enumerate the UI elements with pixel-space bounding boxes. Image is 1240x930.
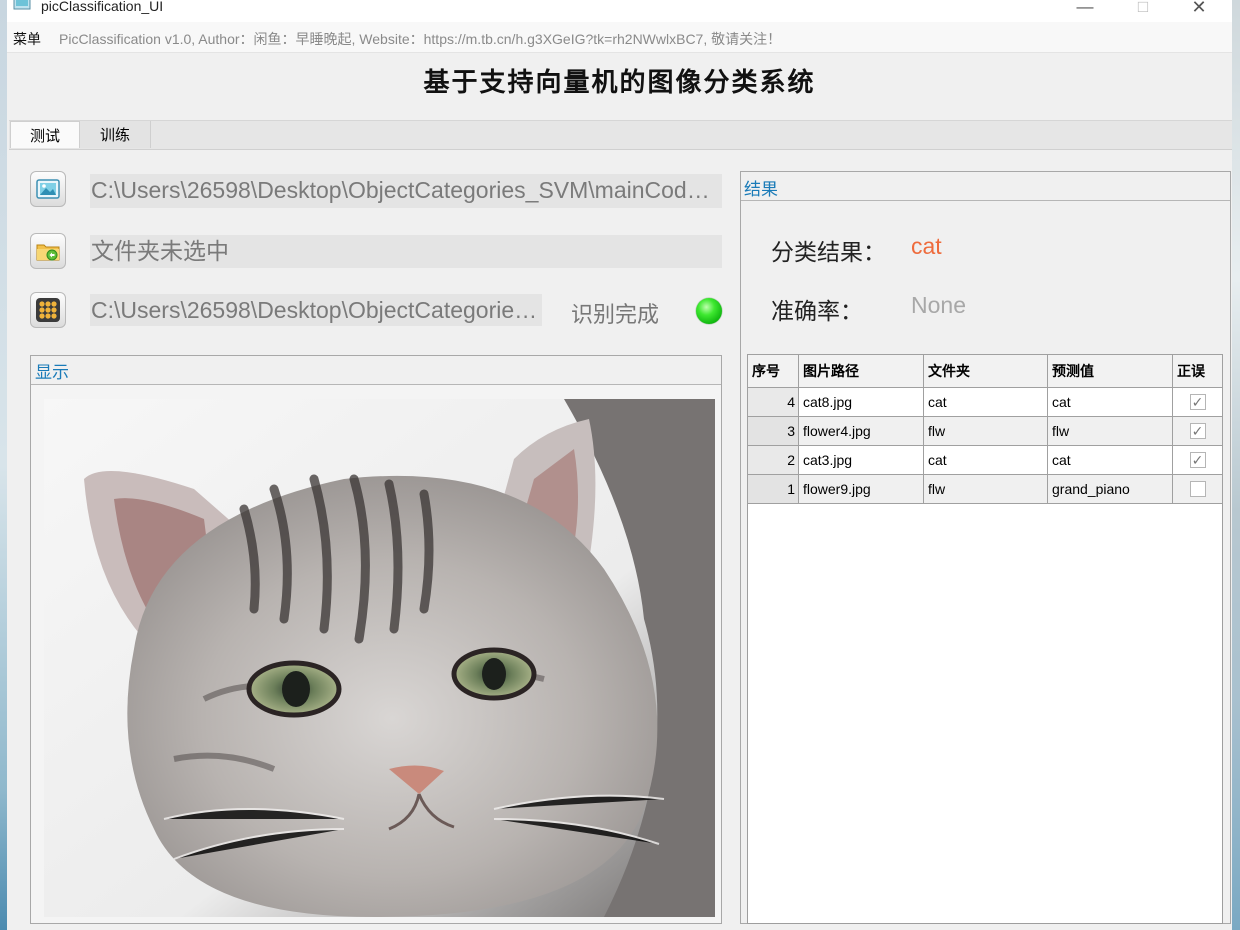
table-row[interactable]: 2 cat3.jpg cat cat ✓ (747, 445, 1223, 475)
table-row[interactable]: 3 flower4.jpg flw flw ✓ (747, 416, 1223, 446)
cell-path[interactable]: flower4.jpg (798, 416, 924, 446)
col-header-path[interactable]: 图片路径 (798, 354, 924, 388)
model-path-field[interactable]: C:\Users\26598\Desktop\ObjectCategories_… (90, 294, 542, 326)
correct-checkbox[interactable]: ✓ (1189, 452, 1206, 468)
maximize-button[interactable]: □ (1120, 0, 1166, 20)
cell-index[interactable]: 4 (747, 387, 799, 417)
cell-index[interactable]: 3 (747, 416, 799, 446)
col-header-correct[interactable]: 正误 (1172, 354, 1223, 388)
cell-correct[interactable]: ✓ (1172, 445, 1223, 475)
results-table[interactable]: 序号 图片路径 文件夹 预测值 正误 4 cat8.jpg cat cat ✓ … (747, 354, 1223, 504)
tab-train[interactable]: 训练 (80, 121, 151, 148)
cell-predicted[interactable]: cat (1047, 387, 1173, 417)
table-header-row: 序号 图片路径 文件夹 预测值 正误 (747, 354, 1223, 388)
title-bar[interactable] (7, 0, 1232, 22)
cell-correct[interactable]: ✓ (1172, 387, 1223, 417)
cell-path[interactable]: cat8.jpg (798, 387, 924, 417)
cell-folder[interactable]: flw (923, 416, 1048, 446)
accuracy-value: None (911, 292, 966, 318)
page-title: 基于支持向量机的图像分类系统 (423, 68, 816, 98)
display-header (31, 356, 721, 385)
status-text: 识别完成 (571, 302, 660, 327)
cell-predicted[interactable]: flw (1047, 416, 1173, 446)
cell-correct[interactable] (1172, 474, 1223, 504)
cell-predicted[interactable]: grand_piano (1047, 474, 1173, 504)
image-path-field[interactable]: C:\Users\26598\Desktop\ObjectCategories_… (90, 174, 722, 208)
image-icon (36, 179, 60, 199)
cell-folder[interactable]: cat (923, 445, 1048, 475)
correct-checkbox[interactable]: ✓ (1189, 423, 1206, 439)
correct-checkbox[interactable] (1189, 481, 1206, 497)
cell-correct[interactable]: ✓ (1172, 416, 1223, 446)
close-button[interactable]: ✕ (1176, 0, 1222, 20)
menu-item-main[interactable]: 菜单 (13, 29, 41, 49)
minimize-button[interactable]: — (1062, 0, 1108, 20)
cell-folder[interactable]: cat (923, 387, 1048, 417)
status-led-icon (696, 298, 722, 324)
correct-checkbox[interactable]: ✓ (1189, 394, 1206, 410)
accuracy-label: 准确率： (771, 298, 863, 324)
select-image-button[interactable] (30, 171, 66, 207)
folder-icon (36, 244, 60, 261)
result-label: 结果 (744, 180, 778, 199)
classification-value: cat (911, 233, 942, 259)
tab-test[interactable]: 测试 (10, 121, 80, 148)
desktop-left-edge (0, 0, 7, 930)
displayed-image (44, 399, 715, 917)
cell-folder[interactable]: flw (923, 474, 1048, 504)
col-header-predicted[interactable]: 预测值 (1047, 354, 1173, 388)
col-header-folder[interactable]: 文件夹 (923, 354, 1048, 388)
display-label: 显示 (35, 363, 69, 382)
select-folder-button[interactable] (30, 233, 66, 269)
select-model-button[interactable] (30, 292, 66, 328)
cell-path[interactable]: flower9.jpg (798, 474, 924, 504)
cell-predicted[interactable]: cat (1047, 445, 1173, 475)
window-title: picClassification_UI (41, 0, 164, 14)
folder-path-field[interactable]: 文件夹未选中 (90, 235, 722, 268)
cell-index[interactable]: 2 (747, 445, 799, 475)
classification-label: 分类结果： (771, 239, 886, 265)
col-header-index[interactable]: 序号 (747, 354, 799, 388)
table-row[interactable]: 4 cat8.jpg cat cat ✓ (747, 387, 1223, 417)
cell-path[interactable]: cat3.jpg (798, 445, 924, 475)
table-row[interactable]: 1 flower9.jpg flw grand_piano (747, 474, 1223, 504)
cell-index[interactable]: 1 (747, 474, 799, 504)
grid-icon (36, 298, 60, 322)
tab-bar (9, 120, 1232, 150)
desktop-right-strip (1232, 0, 1240, 930)
app-icon (13, 0, 33, 10)
result-header (741, 172, 1230, 201)
menu-info-text: PicClassification v1.0, Author：闲鱼：早睡晚起, … (59, 31, 782, 47)
